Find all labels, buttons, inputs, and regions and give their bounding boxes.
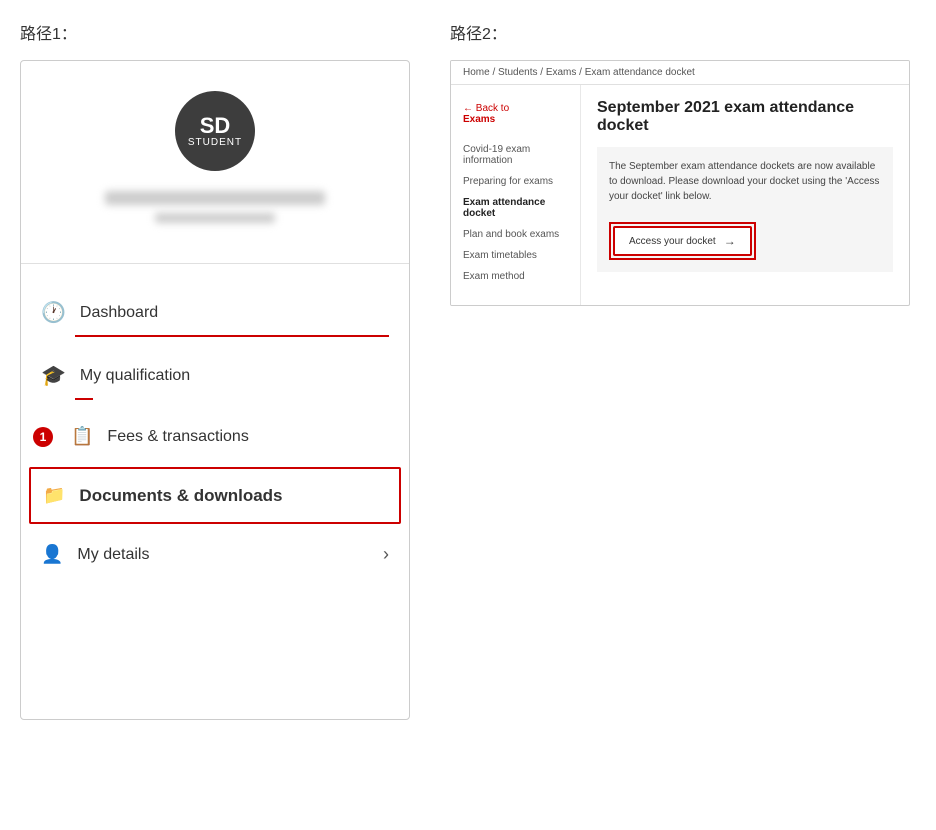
breadcrumb: Home / Students / Exams / Exam attendanc… — [451, 61, 909, 85]
sidebar-item-attendance[interactable]: Exam attendance docket — [451, 192, 580, 224]
nav-label-details: My details — [77, 546, 149, 564]
back-arrow: ← — [463, 103, 473, 114]
user-info-blur — [105, 191, 325, 223]
avatar-section: SD STUDENT — [21, 61, 409, 243]
path1-section: 路径1： SD STUDENT 🕐 Dashboard — [20, 20, 410, 720]
sidebar-item-covid[interactable]: Covid-19 exam information — [451, 139, 580, 171]
fees-icon: 📋 — [71, 426, 93, 447]
web-screenshot: Home / Students / Exams / Exam attendanc… — [450, 60, 910, 306]
nav-item-dashboard[interactable]: 🕐 Dashboard — [21, 284, 409, 347]
divider — [21, 263, 409, 264]
avatar-label: STUDENT — [188, 137, 242, 148]
path2-title: 路径2： — [450, 20, 910, 44]
nav-item-details[interactable]: 👤 My details › — [21, 528, 409, 581]
nav-list: 🕐 Dashboard 🎓 My qualification 1 📋 Fees … — [21, 284, 409, 581]
access-docket-button[interactable]: Access your docket → — [613, 226, 752, 256]
blur-line-2 — [155, 213, 275, 223]
back-to-label: Back to — [476, 103, 509, 114]
fees-badge: 1 — [33, 427, 53, 447]
nav-label-documents: Documents & downloads — [79, 486, 282, 506]
back-section-label[interactable]: Exams — [463, 114, 495, 125]
path1-title: 路径1： — [20, 20, 410, 44]
access-docket-highlight-box: Access your docket → — [609, 222, 756, 260]
mobile-card: SD STUDENT 🕐 Dashboard — [20, 60, 410, 720]
path2-section: 路径2： Home / Students / Exams / Exam atte… — [450, 20, 910, 306]
nav-item-fees[interactable]: 1 📋 Fees & transactions — [21, 410, 409, 463]
info-text: The September exam attendance dockets ar… — [609, 161, 879, 202]
web-body: ← Back to Exams Covid-19 exam informatio… — [451, 85, 909, 305]
access-docket-label: Access your docket — [629, 236, 716, 247]
nav-label-qualification: My qualification — [80, 367, 190, 385]
sidebar-item-method[interactable]: Exam method — [451, 266, 580, 287]
sidebar-nav: Covid-19 exam information Preparing for … — [451, 139, 580, 287]
sidebar-back: ← Back to Exams — [451, 95, 580, 133]
qualification-icon: 🎓 — [41, 363, 66, 388]
avatar-initials: SD — [200, 115, 231, 137]
dashboard-underline — [75, 335, 389, 337]
details-chevron: › — [383, 544, 389, 565]
blur-line-1 — [105, 191, 325, 205]
nav-label-fees: Fees & transactions — [107, 428, 248, 446]
documents-icon: 📁 — [43, 485, 65, 506]
web-info-box: The September exam attendance dockets ar… — [597, 147, 893, 272]
qualification-underline — [75, 398, 93, 400]
access-docket-arrow: → — [724, 234, 736, 248]
web-page-title: September 2021 exam attendance docket — [597, 99, 893, 135]
nav-label-dashboard: Dashboard — [80, 304, 158, 322]
sidebar-item-timetables[interactable]: Exam timetables — [451, 245, 580, 266]
breadcrumb-text: Home / Students / Exams / Exam attendanc… — [463, 67, 695, 78]
sidebar-item-preparing[interactable]: Preparing for exams — [451, 171, 580, 192]
sidebar-item-plan[interactable]: Plan and book exams — [451, 224, 580, 245]
details-icon: 👤 — [41, 544, 63, 565]
web-main: September 2021 exam attendance docket Th… — [581, 85, 909, 305]
dashboard-icon: 🕐 — [41, 300, 66, 325]
avatar: SD STUDENT — [175, 91, 255, 171]
nav-item-documents[interactable]: 📁 Documents & downloads — [29, 467, 401, 524]
access-docket-button-wrapper: Access your docket → — [609, 214, 881, 260]
nav-item-qualification[interactable]: 🎓 My qualification — [21, 347, 409, 410]
web-sidebar: ← Back to Exams Covid-19 exam informatio… — [451, 85, 581, 305]
